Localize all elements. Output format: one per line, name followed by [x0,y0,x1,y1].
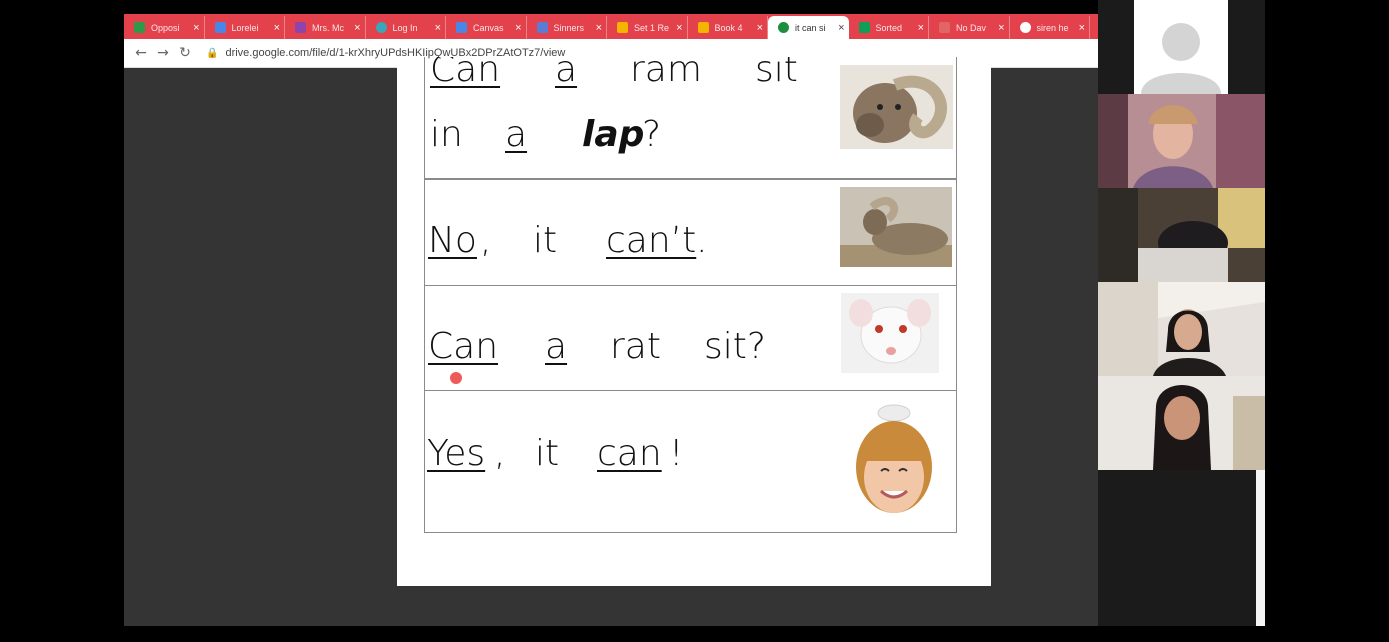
word: Can [428,326,499,367]
tab-title: Set 1 Re [634,22,670,33]
word: it [533,220,558,261]
word: Can [430,57,501,90]
cursor-indicator [450,372,462,384]
tab-favicon-icon [456,22,467,33]
close-icon[interactable]: × [838,22,844,34]
punctuation: . [696,220,708,261]
forward-button[interactable]: → [152,45,174,61]
tab-favicon-icon [536,22,548,33]
browser-tab[interactable]: Sinners × [527,16,607,39]
browser-tab[interactable]: Sorted × [849,16,929,39]
tab-favicon-icon [214,22,226,33]
close-icon[interactable]: × [596,22,602,34]
browser-tab[interactable]: it can si × [768,16,849,39]
word: sit? [704,326,766,367]
word: No [428,220,477,261]
tab-favicon-icon [295,22,306,33]
close-icon[interactable]: × [515,22,521,34]
close-icon[interactable]: × [1079,22,1085,34]
punctuation: ! [669,433,684,474]
browser-window: Opposi × Lorelei × Mrs. Mc × Log In × Canvas × Sin… [124,14,1098,626]
rat-image [841,293,939,373]
tab-favicon-icon [939,22,950,33]
child-with-rat-image [853,399,935,519]
browser-tab[interactable]: Set 1 Re × [607,16,688,39]
tab-favicon-icon [778,22,789,33]
tab-title: it can si [795,22,826,33]
tab-title: Opposi [151,22,180,33]
participant-placeholder-tile[interactable] [1098,0,1265,94]
browser-tab[interactable]: Mrs. Mc × [285,16,366,39]
lock-icon: 🔒 [206,47,219,59]
tab-favicon-icon [858,22,870,33]
back-button[interactable]: ← [130,45,152,61]
browser-tab[interactable]: Book 4 × [688,16,768,39]
tab-title: siren he [1036,22,1069,33]
sentence-cell-4: Yes , it can ! [424,390,957,533]
word: Yes [427,433,486,474]
tab-title: Log In [392,22,418,33]
tab-title: Book 4 [714,22,743,33]
close-icon[interactable]: × [757,22,763,34]
close-icon[interactable]: × [998,22,1004,34]
tab-title: Sinners [553,22,585,33]
tab-title: Canvas [473,22,504,33]
close-icon[interactable]: × [193,22,199,34]
tab-favicon-icon [375,22,387,33]
close-icon[interactable]: × [274,22,280,34]
tab-favicon-icon [134,22,145,33]
participant-video-tile-2[interactable] [1098,188,1265,282]
word: ? [642,114,662,155]
browser-tab[interactable]: Opposi × [124,16,205,39]
participant-video-tile-4[interactable] [1098,376,1265,470]
browser-tab[interactable]: Log In × [366,16,446,39]
tab-favicon-icon [1019,22,1031,33]
browser-tab[interactable]: siren he × [1010,16,1090,39]
tab-title: Sorted [875,22,903,33]
word: a [545,326,568,367]
tab-strip: Opposi × Lorelei × Mrs. Mc × Log In × Canvas × Sin… [124,14,1098,39]
word: rat [610,326,661,367]
close-icon[interactable]: × [354,22,360,34]
reload-button[interactable]: ↻ [174,45,196,61]
ram-head-image [840,65,953,149]
punctuation: , [494,433,506,474]
word: a [505,114,528,155]
word: ram [630,57,702,90]
sentence-cell-1: Can a ram sit in a lap ? [424,57,957,179]
ram-lying-image [840,187,952,267]
browser-tab[interactable]: Lorelei × [205,16,285,39]
tab-favicon-icon [697,22,709,33]
word: can [597,433,662,474]
document-page: Can a ram sit in a lap ? No , it can’t .… [397,57,991,586]
close-icon[interactable]: × [435,22,441,34]
sentence-cell-2: No , it can’t . [424,179,957,286]
video-participants-panel [1098,0,1265,626]
tab-title: Lorelei [231,22,259,33]
browser-tab[interactable]: Canvas × [446,16,527,39]
close-icon[interactable]: × [676,22,682,34]
tab-title: No Dav [956,22,987,33]
word: sit [755,57,798,90]
tab-favicon-icon [617,22,628,33]
close-icon[interactable]: × [918,22,924,34]
tab-title: Mrs. Mc [312,22,344,33]
sentence-cell-3: Can a rat sit? [424,285,957,391]
participant-video-tile-1[interactable] [1098,94,1265,188]
word: it [535,433,560,474]
participant-video-tile-3[interactable] [1098,282,1265,376]
browser-tab[interactable]: No Dav × [929,16,1010,39]
word: can’t [606,220,697,261]
punctuation: , [480,220,492,261]
word: a [555,57,578,90]
word: lap [582,114,645,155]
panel-scroll-edge [1256,470,1265,626]
word: in [430,114,463,155]
